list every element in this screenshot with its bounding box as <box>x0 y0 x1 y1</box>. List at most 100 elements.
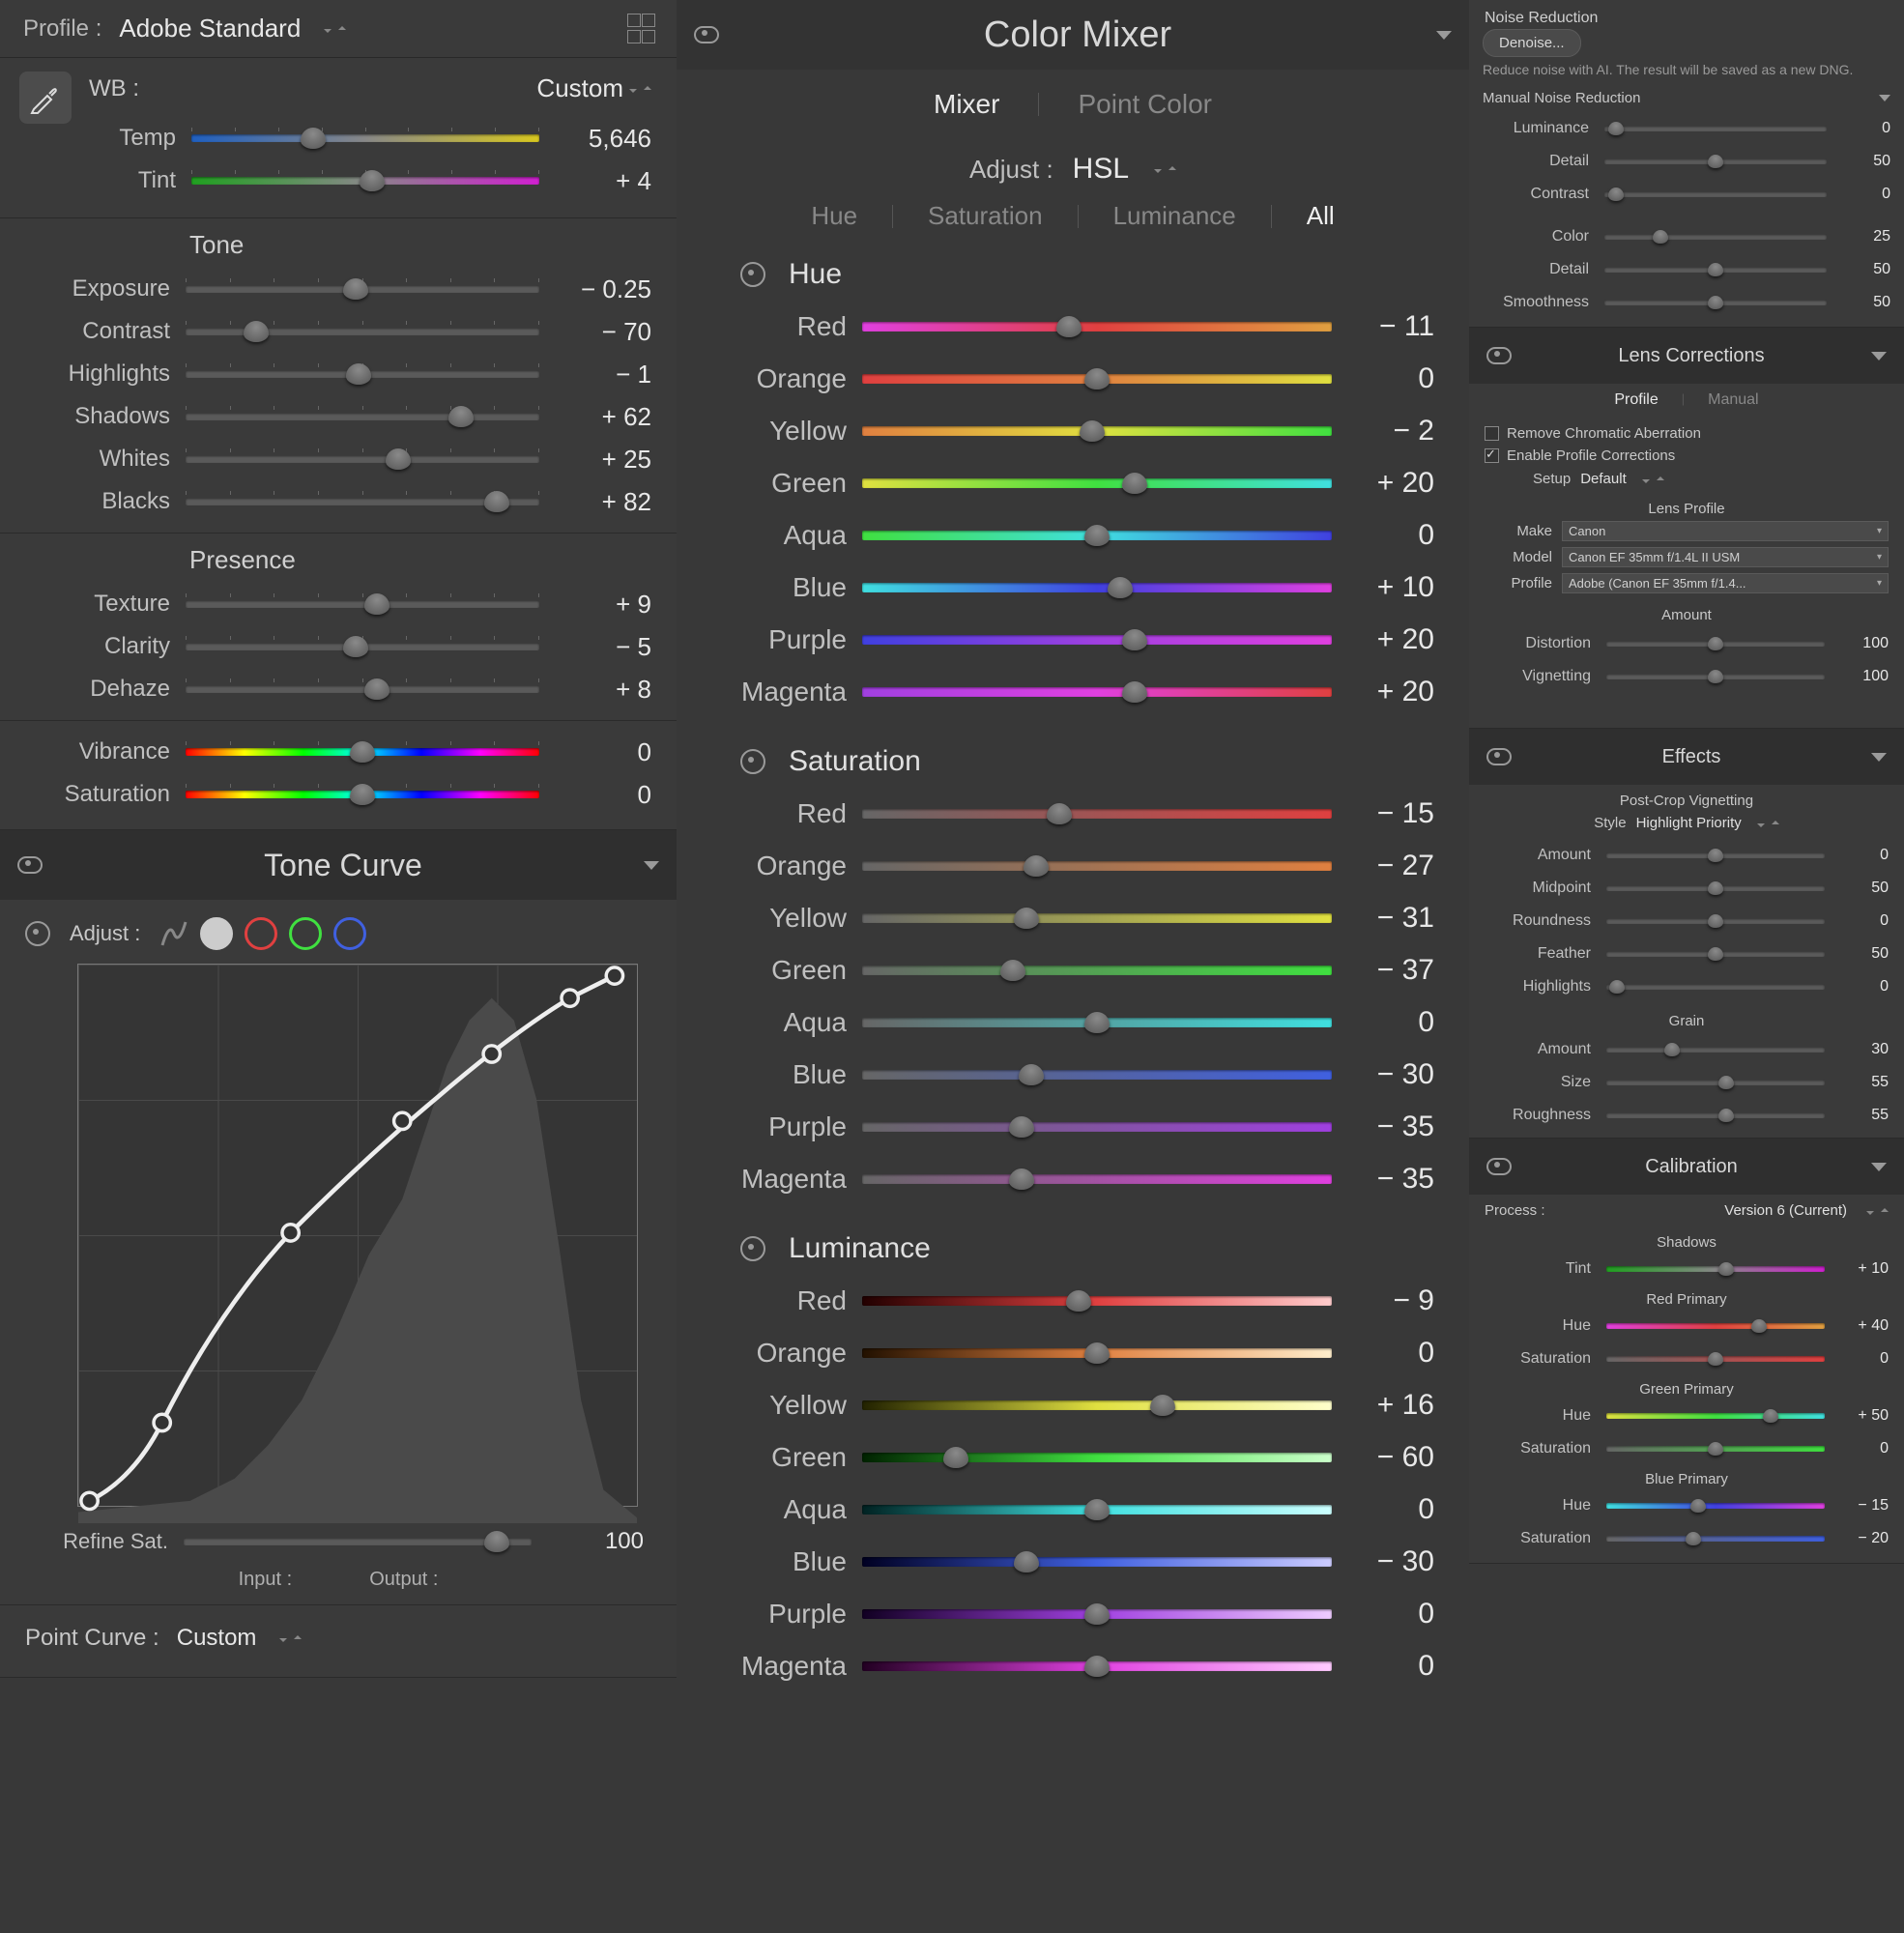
sat-magenta-slider[interactable] <box>862 1174 1332 1184</box>
chk-profile-corrections[interactable]: Enable Profile Corrections <box>1485 445 1889 467</box>
setup-dropdown-icon[interactable] <box>1642 474 1664 485</box>
eye-icon[interactable] <box>1486 1158 1512 1175</box>
sat-red-slider[interactable] <box>862 809 1332 819</box>
make-select[interactable]: Canon▾ <box>1562 521 1889 541</box>
adjust-dropdown-icon[interactable] <box>1154 163 1176 175</box>
saturation-slider[interactable] <box>1606 1446 1825 1452</box>
lum-yellow-slider[interactable] <box>862 1400 1332 1410</box>
amount-slider[interactable] <box>1606 852 1825 858</box>
parametric-icon[interactable] <box>159 919 188 948</box>
grid-view-icon[interactable] <box>627 14 653 43</box>
midpoint-slider[interactable] <box>1606 885 1825 891</box>
lum-magenta-slider[interactable] <box>862 1661 1332 1671</box>
lum-aqua-slider[interactable] <box>862 1505 1332 1515</box>
saturation-slider[interactable] <box>186 791 539 798</box>
feather-slider[interactable] <box>1606 951 1825 957</box>
roundness-slider[interactable] <box>1606 918 1825 924</box>
lum-red-slider[interactable] <box>862 1296 1332 1306</box>
target-icon[interactable] <box>740 262 765 287</box>
wb-value[interactable]: Custom <box>536 73 623 103</box>
lum-purple-slider[interactable] <box>862 1609 1332 1619</box>
collapse-icon[interactable] <box>1436 31 1452 40</box>
target-icon[interactable] <box>740 1236 765 1261</box>
tab-manual[interactable]: Manual <box>1708 391 1758 409</box>
collapse-icon[interactable] <box>1871 753 1887 762</box>
highlights-slider[interactable] <box>1606 984 1825 990</box>
hue-red-slider[interactable] <box>862 322 1332 332</box>
tone-curve-header[interactable]: Tone Curve <box>0 830 677 900</box>
subtab-luminance[interactable]: Luminance <box>1113 201 1236 231</box>
effects-header[interactable]: Effects <box>1469 729 1904 785</box>
tab-mixer[interactable]: Mixer <box>934 89 999 120</box>
wb-eyedropper-icon[interactable] <box>19 72 72 124</box>
point-curve-value[interactable]: Custom <box>177 1625 257 1652</box>
lens-header[interactable]: Lens Corrections <box>1469 328 1904 384</box>
eye-icon[interactable] <box>1486 347 1512 364</box>
blacks-slider[interactable] <box>186 498 539 505</box>
hue-slider[interactable] <box>1606 1413 1825 1419</box>
lum-orange-slider[interactable] <box>862 1348 1332 1358</box>
tab-profile[interactable]: Profile <box>1614 391 1658 409</box>
amount-slider[interactable] <box>1606 1047 1825 1053</box>
saturation-slider[interactable] <box>1606 1356 1825 1362</box>
texture-slider[interactable] <box>186 600 539 608</box>
hue-orange-slider[interactable] <box>862 374 1332 384</box>
hue-slider[interactable] <box>1606 1323 1825 1329</box>
collapse-icon[interactable] <box>644 861 659 870</box>
detail-slider[interactable] <box>1604 267 1827 273</box>
eye-icon[interactable] <box>694 26 719 43</box>
style-dropdown-icon[interactable] <box>1757 818 1779 829</box>
exposure-slider[interactable] <box>186 285 539 293</box>
luminance-slider[interactable] <box>1604 126 1827 131</box>
sat-yellow-slider[interactable] <box>862 913 1332 923</box>
calibration-header[interactable]: Calibration <box>1469 1139 1904 1195</box>
subtab-all[interactable]: All <box>1307 201 1335 231</box>
size-slider[interactable] <box>1606 1080 1825 1085</box>
hue-green-slider[interactable] <box>862 478 1332 488</box>
tint-slider[interactable] <box>191 177 539 185</box>
adjust-mode[interactable]: HSL <box>1073 153 1129 186</box>
highlights-slider[interactable] <box>186 370 539 378</box>
rgb-channel-icon[interactable] <box>200 917 233 950</box>
target-icon[interactable] <box>740 749 765 774</box>
red-channel-icon[interactable] <box>245 917 277 950</box>
target-adjust-icon[interactable] <box>25 921 50 946</box>
collapse-icon[interactable] <box>1871 352 1887 361</box>
green-channel-icon[interactable] <box>289 917 322 950</box>
sat-purple-slider[interactable] <box>862 1122 1332 1132</box>
sat-green-slider[interactable] <box>862 966 1332 975</box>
model-select[interactable]: Canon EF 35mm f/1.4L II USM▾ <box>1562 547 1889 567</box>
hue-magenta-slider[interactable] <box>862 687 1332 697</box>
sat-orange-slider[interactable] <box>862 861 1332 871</box>
point-curve-dropdown-icon[interactable] <box>279 1632 302 1644</box>
wb-dropdown-icon[interactable] <box>629 83 651 95</box>
shadows-slider[interactable] <box>186 413 539 420</box>
process-dropdown-icon[interactable] <box>1866 1205 1889 1217</box>
refine-sat-slider[interactable] <box>184 1538 532 1545</box>
profile-dropdown-icon[interactable] <box>324 23 346 35</box>
detail-slider[interactable] <box>1604 159 1827 164</box>
chk-chromatic[interactable]: Remove Chromatic Aberration <box>1485 422 1889 445</box>
contrast-slider[interactable] <box>186 328 539 335</box>
saturation-slider[interactable] <box>1606 1536 1825 1542</box>
collapse-icon[interactable] <box>1879 95 1890 101</box>
smoothness-slider[interactable] <box>1604 300 1827 305</box>
hue-yellow-slider[interactable] <box>862 426 1332 436</box>
clarity-slider[interactable] <box>186 643 539 650</box>
tab-point-color[interactable]: Point Color <box>1078 89 1212 120</box>
subtab-hue[interactable]: Hue <box>811 201 857 231</box>
roughness-slider[interactable] <box>1606 1112 1825 1118</box>
lum-blue-slider[interactable] <box>862 1557 1332 1567</box>
lens-profile-select[interactable]: Adobe (Canon EF 35mm f/1.4...▾ <box>1562 573 1889 593</box>
hue-purple-slider[interactable] <box>862 635 1332 645</box>
sat-aqua-slider[interactable] <box>862 1018 1332 1027</box>
hue-slider[interactable] <box>1606 1503 1825 1509</box>
vignetting-slider[interactable] <box>1606 674 1825 679</box>
lum-green-slider[interactable] <box>862 1453 1332 1462</box>
vibrance-slider[interactable] <box>186 748 539 756</box>
color-slider[interactable] <box>1604 234 1827 240</box>
distortion-slider[interactable] <box>1606 641 1825 647</box>
blue-channel-icon[interactable] <box>333 917 366 950</box>
eye-icon[interactable] <box>1486 748 1512 765</box>
subtab-saturation[interactable]: Saturation <box>928 201 1043 231</box>
